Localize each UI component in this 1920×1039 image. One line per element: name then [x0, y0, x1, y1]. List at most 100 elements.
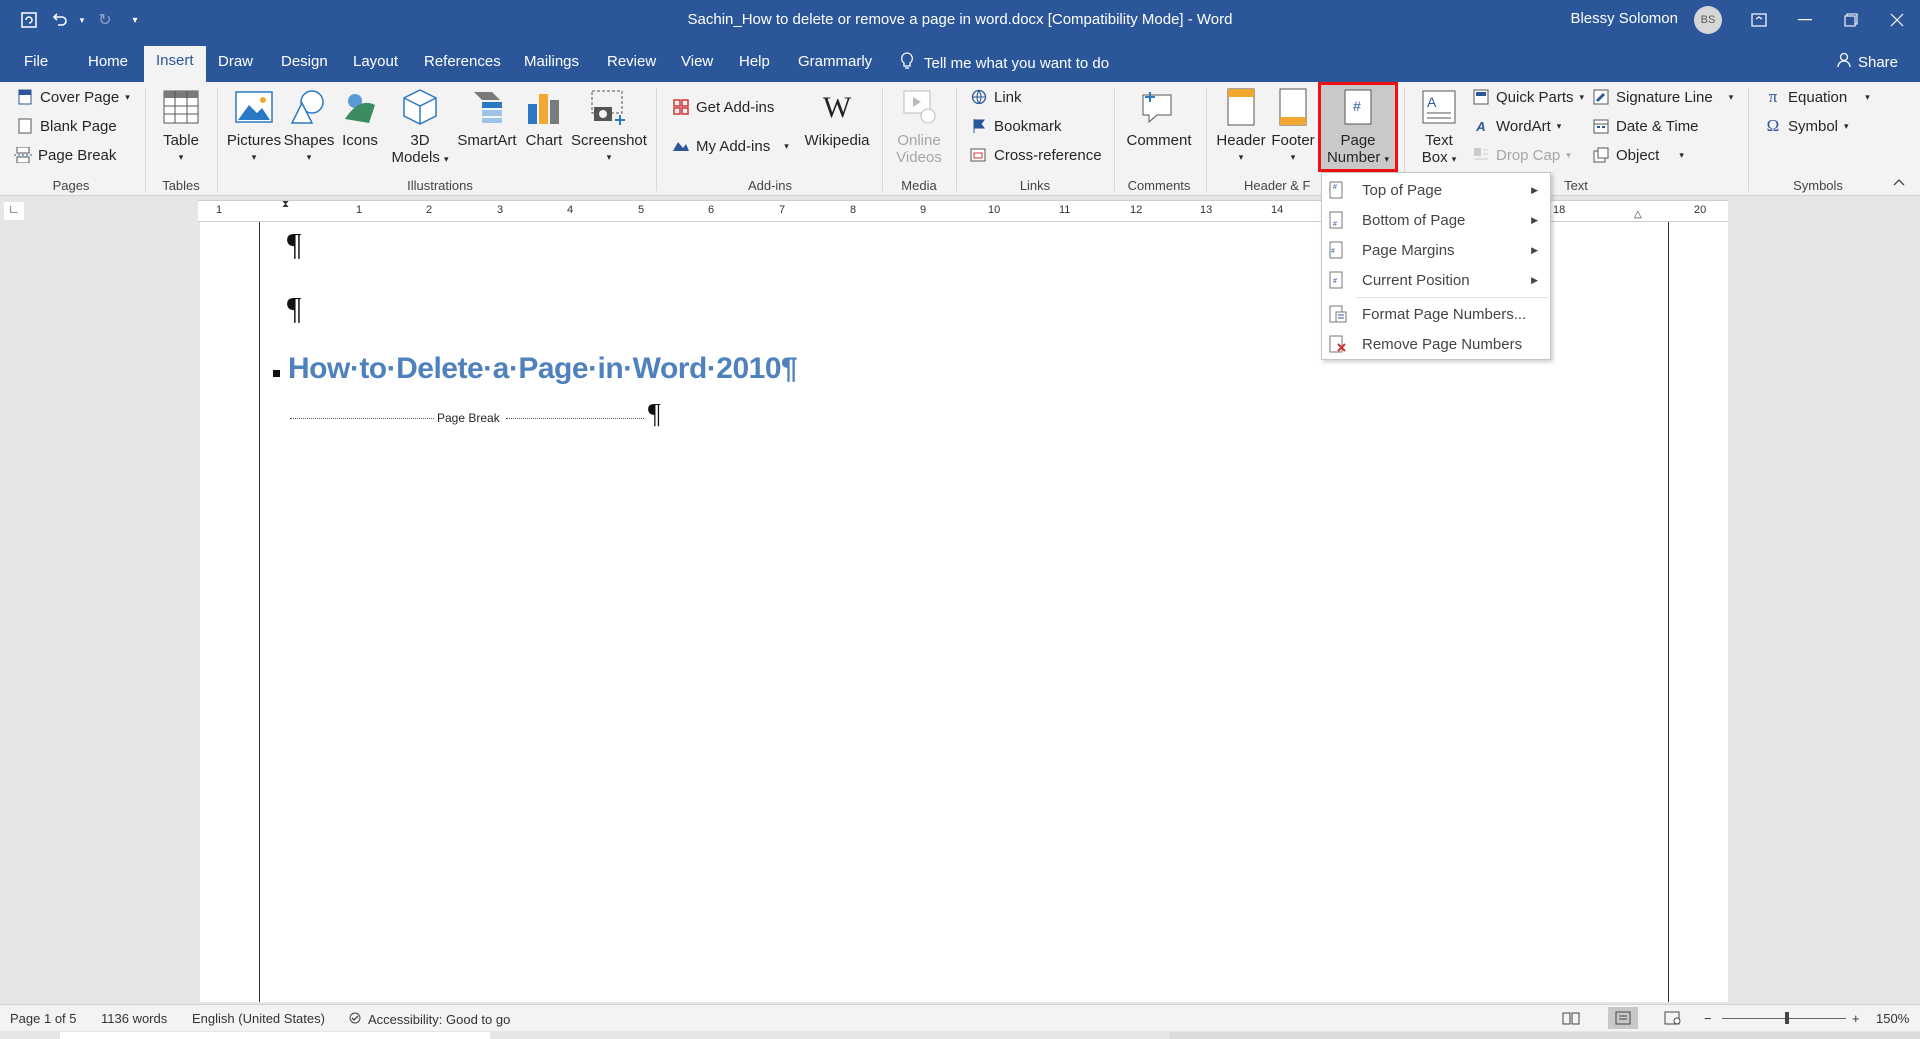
- tab-view[interactable]: View: [681, 53, 713, 70]
- svg-text:#: #: [1331, 248, 1335, 255]
- tab-references[interactable]: References: [424, 53, 501, 70]
- right-indent-marker-icon[interactable]: △: [1634, 209, 1642, 220]
- menu-item-current-position[interactable]: # Current Position ▶: [1322, 266, 1550, 294]
- header-button[interactable]: Header ▾: [1214, 88, 1268, 166]
- tab-mailings[interactable]: Mailings: [524, 53, 579, 70]
- indent-marker-icon[interactable]: ⧗: [282, 199, 289, 210]
- wikipedia-button[interactable]: W Wikipedia: [800, 88, 874, 149]
- cover-page-button[interactable]: Cover Page ▾: [16, 88, 130, 106]
- person-icon: [1836, 52, 1852, 72]
- quick-parts-button[interactable]: Quick Parts ▾: [1472, 88, 1584, 106]
- menu-item-remove-page-numbers[interactable]: Remove Page Numbers: [1322, 330, 1550, 358]
- date-time-button[interactable]: Date & Time: [1592, 117, 1699, 135]
- equation-button[interactable]: π Equation ▾: [1764, 87, 1870, 106]
- menu-item-format-page-numbers[interactable]: Format Page Numbers...: [1322, 300, 1550, 328]
- 3d-models-button[interactable]: 3D Models ▾: [388, 88, 452, 168]
- page-count[interactable]: Page 1 of 5: [10, 1011, 77, 1026]
- tab-file[interactable]: File: [24, 53, 48, 70]
- web-layout-icon[interactable]: [1664, 1011, 1682, 1028]
- print-layout-icon[interactable]: [1608, 1007, 1638, 1029]
- ribbon-display-options-icon[interactable]: [1736, 0, 1782, 40]
- tab-grammarly[interactable]: Grammarly: [798, 53, 872, 70]
- page-break-line: [290, 418, 434, 419]
- table-label: Table: [163, 132, 199, 149]
- media-group-label: Media: [901, 178, 937, 193]
- restore-icon[interactable]: [1828, 0, 1874, 40]
- tab-home[interactable]: Home: [88, 53, 128, 70]
- footer-button[interactable]: Footer ▾: [1268, 88, 1318, 166]
- page-break-marker[interactable]: Page Break ¶: [290, 399, 661, 430]
- share-label: Share: [1857, 53, 1898, 71]
- object-button[interactable]: Object ▾: [1592, 146, 1684, 164]
- menu-item-bottom-of-page[interactable]: # Bottom of Page ▶: [1322, 206, 1550, 234]
- online-videos-button[interactable]: Online Videos: [892, 88, 946, 166]
- wordart-button[interactable]: A WordArt ▾: [1472, 117, 1561, 135]
- menu-item-top-of-page[interactable]: # Top of Page ▶: [1322, 176, 1550, 204]
- tab-review[interactable]: Review: [607, 53, 656, 70]
- signature-line-button[interactable]: Signature Line ▾: [1592, 88, 1733, 106]
- smartart-button[interactable]: SmartArt: [454, 88, 520, 149]
- minimize-icon[interactable]: [1782, 0, 1828, 40]
- menu-item-label: Page Margins: [1362, 241, 1455, 259]
- svg-text:#: #: [1333, 278, 1337, 285]
- icons-button[interactable]: Icons: [338, 88, 382, 149]
- zoom-in-button[interactable]: +: [1852, 1011, 1860, 1026]
- undo-dropdown-icon[interactable]: ▾: [76, 8, 88, 32]
- pictures-button[interactable]: Pictures ▾: [226, 88, 282, 166]
- pictures-label: Pictures: [226, 132, 282, 149]
- document-heading[interactable]: How·to·Delete·a·Page·in·Word·2010¶: [288, 352, 798, 386]
- zoom-slider[interactable]: [1722, 1018, 1846, 1019]
- cross-reference-button[interactable]: Cross-reference: [970, 146, 1102, 164]
- text-box-label-line2: Box ▾: [1422, 149, 1457, 168]
- customize-qat-icon[interactable]: ▾: [122, 8, 148, 32]
- tab-help[interactable]: Help: [739, 53, 770, 70]
- tab-layout[interactable]: Layout: [353, 53, 398, 70]
- undo-icon[interactable]: [46, 8, 72, 32]
- divider: [1206, 88, 1207, 191]
- margin-line: [1668, 222, 1669, 1002]
- 3d-cube-icon: [400, 88, 440, 126]
- autosave-icon[interactable]: [16, 8, 42, 32]
- blank-page-button[interactable]: Blank Page: [16, 117, 117, 135]
- table-icon: [161, 88, 201, 126]
- read-mode-icon[interactable]: [1562, 1011, 1580, 1028]
- close-icon[interactable]: [1874, 0, 1920, 40]
- avatar[interactable]: BS: [1694, 6, 1722, 34]
- tell-me-box[interactable]: Tell me what you want to do: [900, 52, 1109, 74]
- page-margins-icon: #: [1329, 241, 1345, 259]
- link-button[interactable]: Link: [970, 88, 1022, 106]
- page-break-label: Page Break: [38, 146, 117, 164]
- bookmark-button[interactable]: Bookmark: [970, 117, 1062, 135]
- chart-button[interactable]: Chart: [522, 88, 566, 149]
- zoom-level[interactable]: 150%: [1876, 1011, 1909, 1026]
- tab-draw[interactable]: Draw: [218, 53, 253, 70]
- drop-cap-button[interactable]: Drop Cap ▾: [1472, 146, 1571, 164]
- language-indicator[interactable]: English (United States): [192, 1011, 325, 1026]
- shapes-button[interactable]: Shapes ▾: [284, 88, 334, 166]
- get-addins-button[interactable]: Get Add-ins: [672, 98, 774, 116]
- text-box-button[interactable]: A Text Box ▾: [1414, 88, 1464, 168]
- page-number-label-line1: Page: [1340, 132, 1376, 149]
- tab-design[interactable]: Design: [281, 53, 328, 70]
- user-name[interactable]: Blessy Solomon: [1570, 10, 1678, 27]
- page-break-button[interactable]: Page Break: [14, 146, 116, 164]
- my-addins-button[interactable]: My Add-ins ▾: [672, 137, 789, 155]
- zoom-slider-thumb[interactable]: [1785, 1012, 1789, 1024]
- accessibility-checker[interactable]: Accessibility: Good to go: [348, 1011, 510, 1028]
- word-count[interactable]: 1136 words: [101, 1011, 167, 1026]
- ruler-number: 12: [1130, 204, 1143, 216]
- zoom-out-button[interactable]: −: [1704, 1011, 1712, 1026]
- tab-insert[interactable]: Insert: [144, 46, 206, 82]
- menu-item-page-margins[interactable]: # Page Margins ▶: [1322, 236, 1550, 264]
- share-button[interactable]: Share: [1836, 52, 1898, 72]
- page-number-button[interactable]: # Page Number ▾: [1320, 88, 1396, 168]
- tab-selector[interactable]: ∟: [4, 202, 24, 220]
- symbol-button[interactable]: Ω Symbol ▾: [1764, 116, 1849, 135]
- comment-button[interactable]: Comment: [1124, 88, 1194, 149]
- redo-icon[interactable]: ↻: [92, 8, 118, 32]
- smartart-icon: [467, 88, 507, 126]
- collapse-ribbon-icon[interactable]: [1892, 176, 1906, 190]
- screenshot-button[interactable]: Screenshot ▾: [570, 88, 648, 166]
- page-break-text: Page Break: [437, 411, 500, 425]
- table-button[interactable]: Table ▾: [160, 88, 202, 166]
